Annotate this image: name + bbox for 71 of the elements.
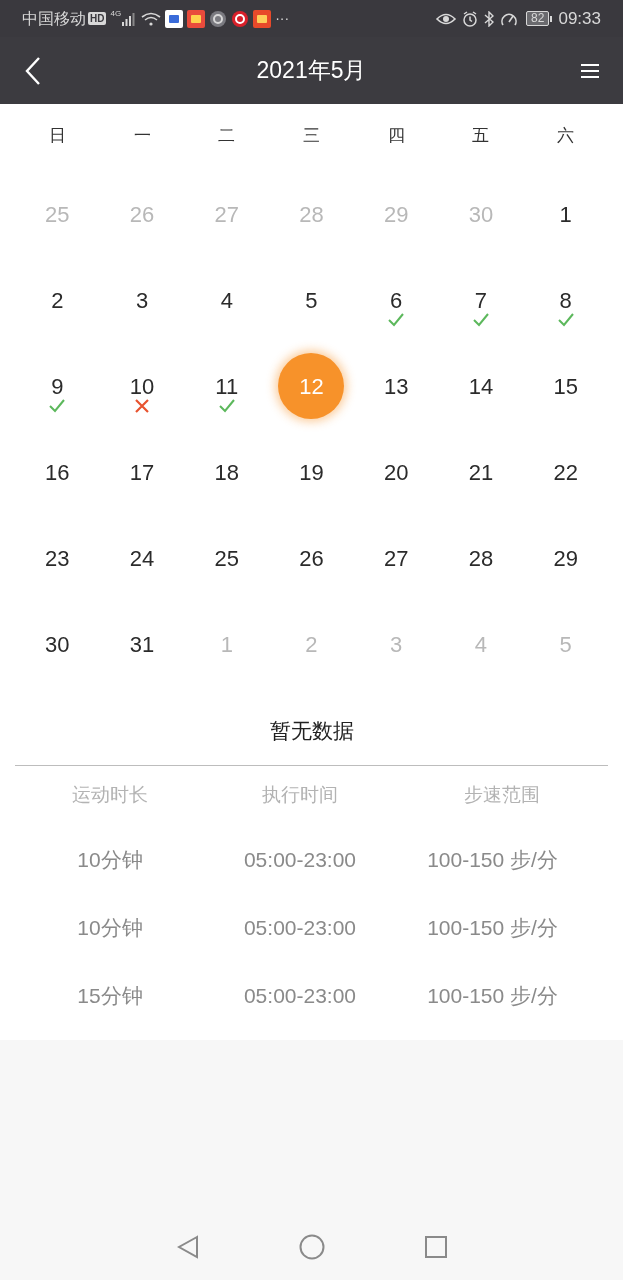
table-cell-text: 05:00-23:00	[242, 914, 358, 941]
weekday-label: 六	[556, 124, 576, 147]
day-number[interactable]: 28	[447, 525, 514, 591]
table-cell-text: 10分钟	[76, 914, 144, 941]
day-number[interactable]: 17	[109, 439, 176, 505]
app-icon	[187, 9, 206, 28]
day-number[interactable]: 23	[24, 525, 91, 591]
day-number[interactable]: 11	[193, 353, 260, 419]
day-number[interactable]: 24	[109, 525, 176, 591]
table-cell-text: 15分钟	[76, 982, 144, 1009]
hd-badge: HD	[88, 12, 107, 25]
weekday-label: 五	[471, 124, 491, 147]
weekday-label: 四	[386, 124, 406, 147]
app-icon	[165, 9, 184, 28]
table-cell-text: 100-150 步/分	[426, 982, 559, 1009]
home-icon[interactable]	[298, 1234, 325, 1260]
day-number[interactable]: 15	[532, 353, 599, 419]
weekday-label: 二	[217, 124, 237, 147]
day-number[interactable]: 7	[447, 267, 514, 333]
table-cell-text: 10分钟	[76, 846, 144, 873]
more-indicator: ···	[275, 9, 290, 28]
signal-icon	[121, 11, 136, 26]
day-number[interactable]: 2	[24, 267, 91, 333]
menu-icon[interactable]	[581, 62, 599, 79]
eye-icon	[436, 11, 457, 26]
day-number[interactable]: 13	[363, 353, 430, 419]
weekday-label: 三	[302, 124, 321, 147]
column-header: 运动时长	[71, 783, 149, 808]
table-cell-text: 05:00-23:00	[242, 982, 358, 1009]
app-icon	[209, 9, 228, 28]
page-title: 2021年5月	[255, 56, 368, 86]
alarm-icon	[462, 10, 479, 27]
empty-message: 暂无数据	[268, 718, 355, 744]
carrier-name: 中国移动	[22, 8, 86, 29]
day-number[interactable]: 3	[109, 267, 176, 333]
day-number[interactable]: 10	[109, 353, 176, 419]
wifi-icon	[141, 11, 162, 26]
day-number[interactable]: 26	[278, 525, 345, 591]
battery-level: 82	[526, 11, 550, 26]
day-number[interactable]: 20	[363, 439, 430, 505]
day-number[interactable]: 31	[109, 611, 176, 677]
day-number[interactable]: 19	[278, 439, 345, 505]
day-number[interactable]: 4	[193, 267, 260, 333]
day-number[interactable]: 9	[24, 353, 91, 419]
table-cell-text: 100-150 步/分	[426, 914, 559, 941]
day-number[interactable]: 29	[532, 525, 599, 591]
table-cell-text: 05:00-23:00	[242, 846, 358, 873]
column-header: 执行时间	[261, 783, 339, 808]
day-number[interactable]: 16	[24, 439, 91, 505]
weekday-label: 一	[132, 124, 152, 147]
day-number[interactable]: 1	[532, 181, 599, 247]
day-number[interactable]: 21	[447, 439, 514, 505]
app-icon	[253, 9, 272, 28]
table-cell-text: 100-150 步/分	[426, 846, 559, 873]
app-icon	[231, 9, 250, 28]
network-type: 4G	[110, 8, 122, 20]
day-number[interactable]: 14	[447, 353, 514, 419]
day-number[interactable]: 6	[363, 267, 430, 333]
back-icon[interactable]	[24, 55, 42, 86]
day-number[interactable]: 27	[363, 525, 430, 591]
recent-apps-icon[interactable]	[424, 1236, 447, 1258]
weekday-label: 日	[47, 124, 67, 147]
day-number[interactable]: 22	[532, 439, 599, 505]
day-number[interactable]: 5	[278, 267, 345, 333]
day-number[interactable]: 30	[24, 611, 91, 677]
day-number[interactable]: 25	[193, 525, 260, 591]
day-number[interactable]: 8	[532, 267, 599, 333]
day-number[interactable]: 18	[193, 439, 260, 505]
column-header: 步速范围	[462, 783, 541, 808]
bluetooth-icon	[484, 10, 495, 27]
clock-time: 09:33	[558, 7, 601, 30]
